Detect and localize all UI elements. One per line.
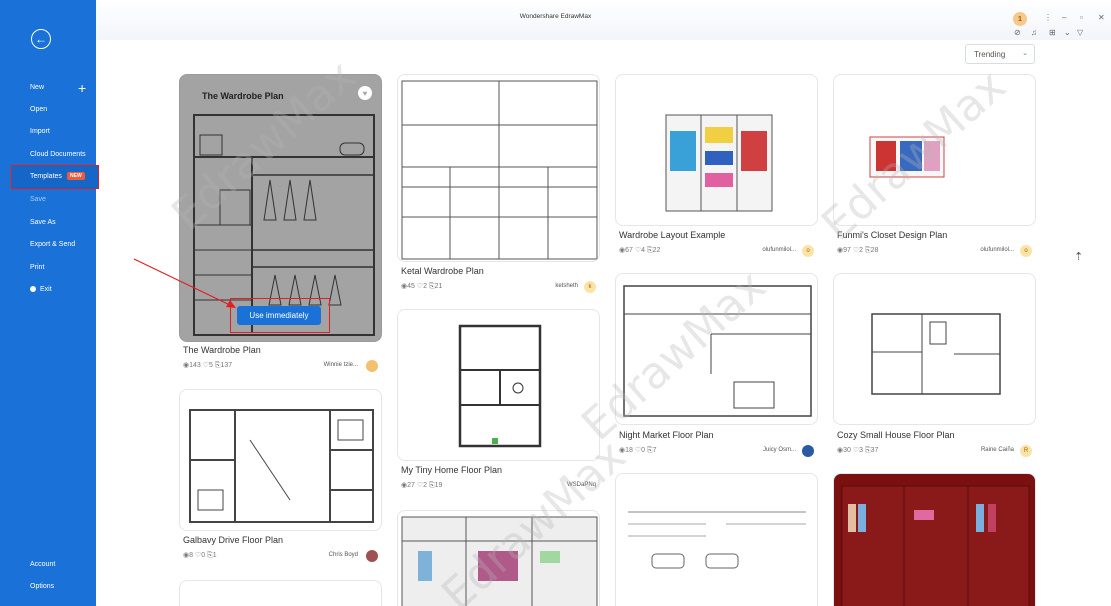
sort-label: Trending (974, 49, 1006, 59)
gift-icon[interactable]: ▽ (1077, 28, 1083, 37)
card-title[interactable]: The Wardrobe Plan (183, 345, 261, 355)
template-card-partial[interactable] (615, 473, 818, 606)
card-author: ketsheth (555, 283, 578, 289)
sidebar-item-save-as[interactable]: Save As (30, 219, 56, 226)
avatar (366, 360, 378, 372)
minimize-icon[interactable]: – (1062, 13, 1066, 22)
sidebar-item-account[interactable]: Account (30, 561, 55, 568)
card-stats: ◉30 ♡3 ⎘37 (837, 447, 879, 454)
user-avatar[interactable]: 1 (1013, 12, 1027, 26)
template-thumbnail (869, 136, 945, 178)
template-thumbnail (458, 324, 542, 448)
avatar (802, 445, 814, 457)
template-thumbnail (628, 511, 806, 569)
card-title[interactable]: My Tiny Home Floor Plan (401, 465, 502, 475)
sort-dropdown[interactable]: Trending ⌄ (965, 44, 1035, 64)
notification-icon[interactable]: ♫ (1031, 28, 1037, 37)
card-stats: ◉45 ♡2 ⎘21 (401, 283, 443, 290)
exit-icon (30, 286, 36, 293)
card-author: WSDaPNq (566, 482, 596, 488)
template-card-partial[interactable] (397, 510, 600, 606)
use-immediately-button[interactable]: Use immediately (237, 306, 321, 325)
template-card-partial[interactable] (179, 580, 382, 606)
avatar: o (802, 245, 814, 257)
more-icon[interactable]: ⋮ (1044, 13, 1052, 22)
avatar: k (584, 281, 596, 293)
chevron-down-icon: ⌄ (1022, 50, 1028, 57)
card-stats: ◉18 ♡0 ⎘7 (619, 447, 657, 454)
avatar: R (1020, 445, 1032, 457)
template-thumbnail (401, 80, 598, 260)
template-thumbnail (665, 114, 773, 212)
template-thumbnail (189, 409, 374, 523)
restore-icon[interactable]: ▫ (1080, 13, 1083, 22)
card-author: Juicy Osm... (762, 447, 796, 453)
card-title[interactable]: Funmi's Closet Design Plan (837, 230, 947, 240)
sidebar-item-import[interactable]: Import (30, 128, 50, 135)
template-card-tiny-home[interactable] (397, 309, 600, 461)
avatar (366, 550, 378, 562)
template-card-ketal[interactable] (397, 74, 600, 262)
heart-icon[interactable]: ♥ (358, 86, 372, 100)
back-arrow-icon[interactable]: ← (31, 29, 51, 49)
card-author: Chris Boyd (328, 552, 358, 558)
sidebar-item-print[interactable]: Print (30, 264, 44, 271)
card-stats: ◉8 ♡0 ⎘1 (183, 552, 217, 559)
card-author: olufunmilol... (762, 247, 796, 253)
sidebar: ← New + Open Import Cloud Documents Temp… (0, 0, 99, 606)
template-thumbnail (871, 313, 1001, 395)
card-stats: ◉97 ♡2 ⎘28 (837, 247, 879, 254)
template-card-galbavy[interactable] (179, 389, 382, 531)
back-to-top-icon[interactable]: ⇡ (1074, 250, 1083, 263)
avatar: o (1020, 245, 1032, 257)
app-title: Wondershare EdrawMax (519, 13, 592, 20)
card-title[interactable]: Cozy Small House Floor Plan (837, 430, 955, 440)
chevron-down-icon[interactable]: ⌄ (1064, 28, 1071, 37)
template-card-night-market[interactable] (615, 273, 818, 425)
sidebar-item-open[interactable]: Open (30, 106, 47, 113)
new-badge: NEW (67, 172, 85, 180)
card-author: Raine Caiña (980, 447, 1014, 453)
template-card-partial[interactable] (833, 473, 1036, 606)
sidebar-item-new[interactable]: New (30, 84, 44, 91)
template-card-funmi-closet[interactable] (833, 74, 1036, 226)
card-author: Winnie tzie... (323, 362, 358, 368)
card-stats: ◉67 ♡4 ⎘22 (619, 247, 661, 254)
app-window: Wondershare EdrawMax 1 ⋮ – ▫ ✕ ⊘ ♫ ⊞ ⌄ ▽… (0, 0, 1111, 606)
card-stats: ◉27 ♡2 ⎘19 (401, 482, 443, 489)
thumbnail-title: The Wardrobe Plan (202, 91, 284, 101)
sidebar-item-options[interactable]: Options (30, 583, 54, 590)
sidebar-item-cloud-documents[interactable]: Cloud Documents (30, 151, 86, 158)
template-thumbnail (623, 285, 812, 417)
card-title[interactable]: Wardrobe Layout Example (619, 230, 725, 240)
card-stats: ◉143 ♡5 ⎘137 (183, 362, 233, 369)
sidebar-item-exit-label: Exit (40, 286, 52, 293)
top-header (96, 0, 1111, 40)
card-title[interactable]: Night Market Floor Plan (619, 430, 714, 440)
sidebar-item-export-send[interactable]: Export & Send (30, 241, 75, 248)
template-card-wardrobe-layout[interactable] (615, 74, 818, 226)
sidebar-item-exit[interactable]: Exit (30, 286, 52, 293)
pointer-arrow (133, 258, 236, 308)
apps-grid-icon[interactable]: ⊞ (1049, 28, 1056, 37)
card-title[interactable]: Galbavy Drive Floor Plan (183, 535, 283, 545)
sidebar-item-save[interactable]: Save (30, 196, 46, 203)
card-author: olufunmilol... (980, 247, 1014, 253)
template-thumbnail (841, 485, 1030, 606)
card-title[interactable]: Ketal Wardrobe Plan (401, 266, 484, 276)
template-card-cozy-house[interactable] (833, 273, 1036, 425)
sidebar-item-templates[interactable]: Templates (30, 173, 62, 180)
template-thumbnail (401, 516, 598, 606)
close-icon[interactable]: ✕ (1098, 13, 1105, 22)
help-icon[interactable]: ⊘ (1014, 28, 1021, 37)
plus-icon[interactable]: + (78, 81, 86, 95)
